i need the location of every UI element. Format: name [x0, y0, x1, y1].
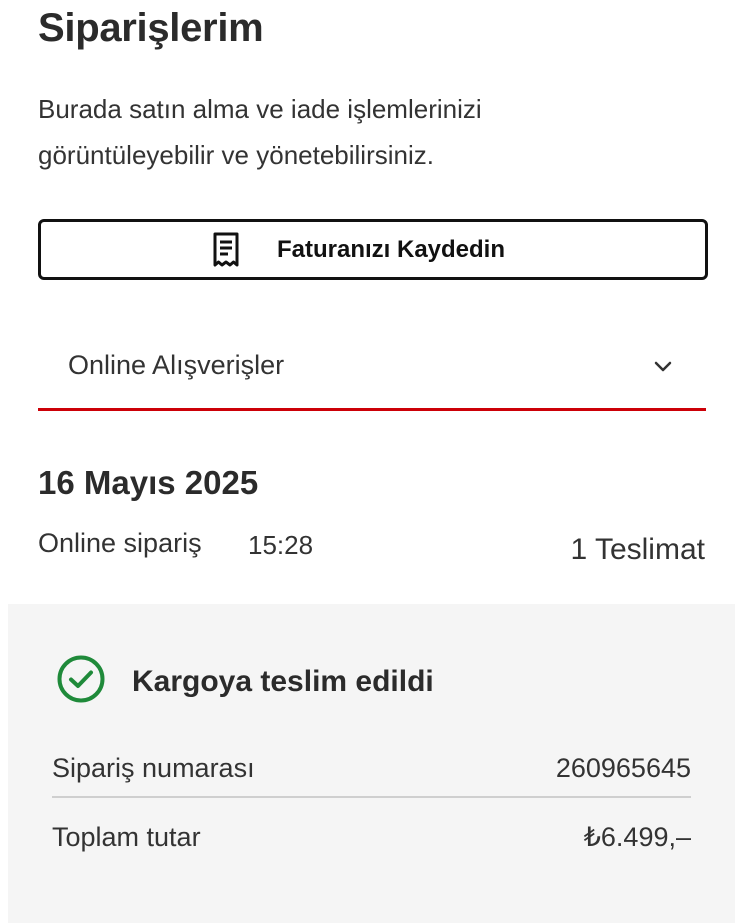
receipt-icon: [211, 232, 241, 268]
order-status-card[interactable]: Kargoya teslim edildi Sipariş numarası 2…: [8, 604, 735, 923]
order-number-label: Sipariş numarası: [52, 752, 255, 783]
order-type-dropdown[interactable]: Online Alışverişler: [38, 336, 706, 411]
total-amount-value: ₺6.499,–: [583, 821, 691, 852]
order-type: Online sipariş: [38, 528, 202, 558]
order-date: 16 Mayıs 2025: [38, 464, 259, 501]
delivery-count: 1 Teslimat: [570, 533, 705, 566]
order-number-row: Sipariş numarası 260965645: [52, 740, 691, 798]
chevron-down-icon: [652, 356, 674, 383]
save-invoice-button[interactable]: Faturanızı Kaydedin: [38, 219, 708, 280]
check-circle-icon: [56, 654, 106, 709]
order-time: 15:28: [248, 530, 314, 560]
page-title: Siparişlerim: [38, 6, 264, 50]
status-label: Kargoya teslim edildi: [132, 664, 434, 698]
dropdown-selected-value: Online Alışverişler: [68, 350, 285, 380]
page-intro-text: Burada satın alma ve iade işlemlerinizi …: [38, 94, 482, 170]
status-row: Kargoya teslim edildi: [56, 654, 434, 709]
total-amount-label: Toplam tutar: [52, 821, 201, 852]
order-number-value: 260965645: [555, 752, 691, 783]
total-amount-row: Toplam tutar ₺6.499,–: [52, 814, 691, 860]
save-invoice-label: Faturanızı Kaydedin: [276, 235, 506, 263]
